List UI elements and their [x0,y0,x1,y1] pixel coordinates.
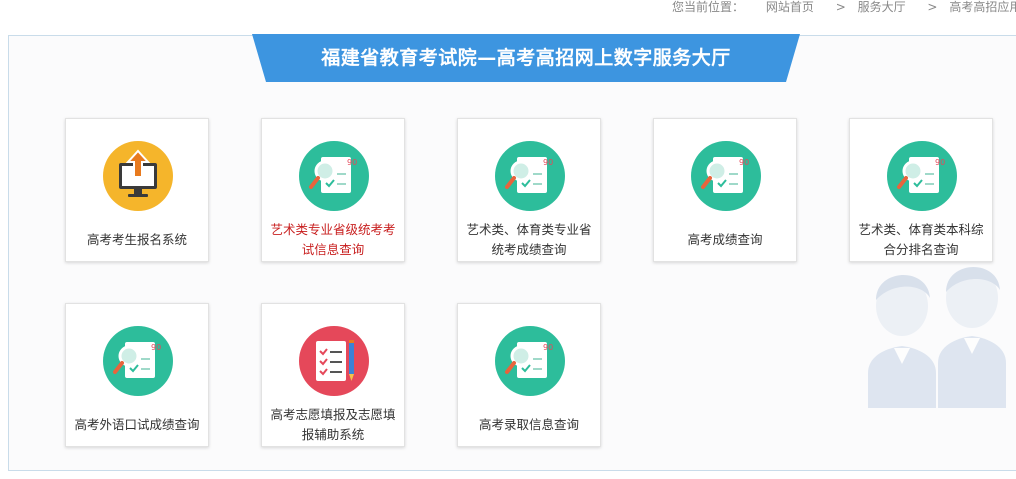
computer-upload-icon [103,141,173,211]
score-search-icon: 90 [299,141,369,211]
banner-title: 福建省教育考试院—高考高招网上数字服务大厅 [321,47,731,69]
tile-label: 高考志愿填报及志愿填报辅助系统 [270,407,396,442]
breadcrumb-separator: > [927,0,938,14]
score-badge-text: 90 [347,158,357,167]
form-pencil-icon [299,326,369,396]
breadcrumb-home-link[interactable]: 网站首页 [766,0,814,14]
tile-art-sports-score-query[interactable]: 90 艺术类、体育类专业省统考成绩查询 [457,118,601,262]
tile-oral-english-score-query[interactable]: 90 高考外语口试成绩查询 [65,303,209,447]
score-badge-text: 90 [543,343,553,352]
tile-admission-info-query[interactable]: 90 高考录取信息查询 [457,303,601,447]
score-badge-text: 90 [739,158,749,167]
tile-art-exam-info-query[interactable]: 90 艺术类专业省级统考考试信息查询 [261,118,405,262]
score-badge-text: 90 [543,158,553,167]
tile-art-sports-ranking-query[interactable]: 90 艺术类、体育类本科综合分排名查询 [849,118,993,262]
breadcrumb-service-hall-link[interactable]: 服务大厅 [858,0,906,14]
customer-service-agents-icon [868,266,1006,408]
score-badge-text: 90 [935,158,945,167]
tile-gaokao-registration[interactable]: 高考考生报名系统 [65,118,209,262]
score-search-icon: 90 [495,326,565,396]
tile-label: 高考录取信息查询 [478,417,579,432]
tile-gaokao-score-query[interactable]: 90 高考成绩查询 [653,118,797,262]
tile-label: 艺术类、体育类本科综合分排名查询 [858,222,984,257]
tile-label: 高考成绩查询 [687,232,763,247]
banner: 福建省教育考试院—高考高招网上数字服务大厅 [252,34,800,82]
breadcrumb: 您当前位置： 网站首页 > 服务大厅 > 高考高招应用 [672,0,1016,16]
score-search-icon: 90 [887,141,957,211]
tile-application-filling-system[interactable]: 高考志愿填报及志愿填报辅助系统 [261,303,405,447]
score-search-icon: 90 [495,141,565,211]
tile-label: 高考外语口试成绩查询 [74,417,200,432]
tile-label: 艺术类、体育类专业省统考成绩查询 [466,222,592,257]
score-search-icon: 90 [691,141,761,211]
breadcrumb-current: 高考高招应用 [949,0,1016,14]
breadcrumb-prefix: 您当前位置： [672,0,745,14]
tile-label: 艺术类专业省级统考考试信息查询 [270,222,396,257]
score-search-icon: 90 [103,326,173,396]
breadcrumb-separator: > [835,0,846,14]
tile-label: 高考考生报名系统 [86,232,187,247]
score-badge-text: 90 [151,343,161,352]
